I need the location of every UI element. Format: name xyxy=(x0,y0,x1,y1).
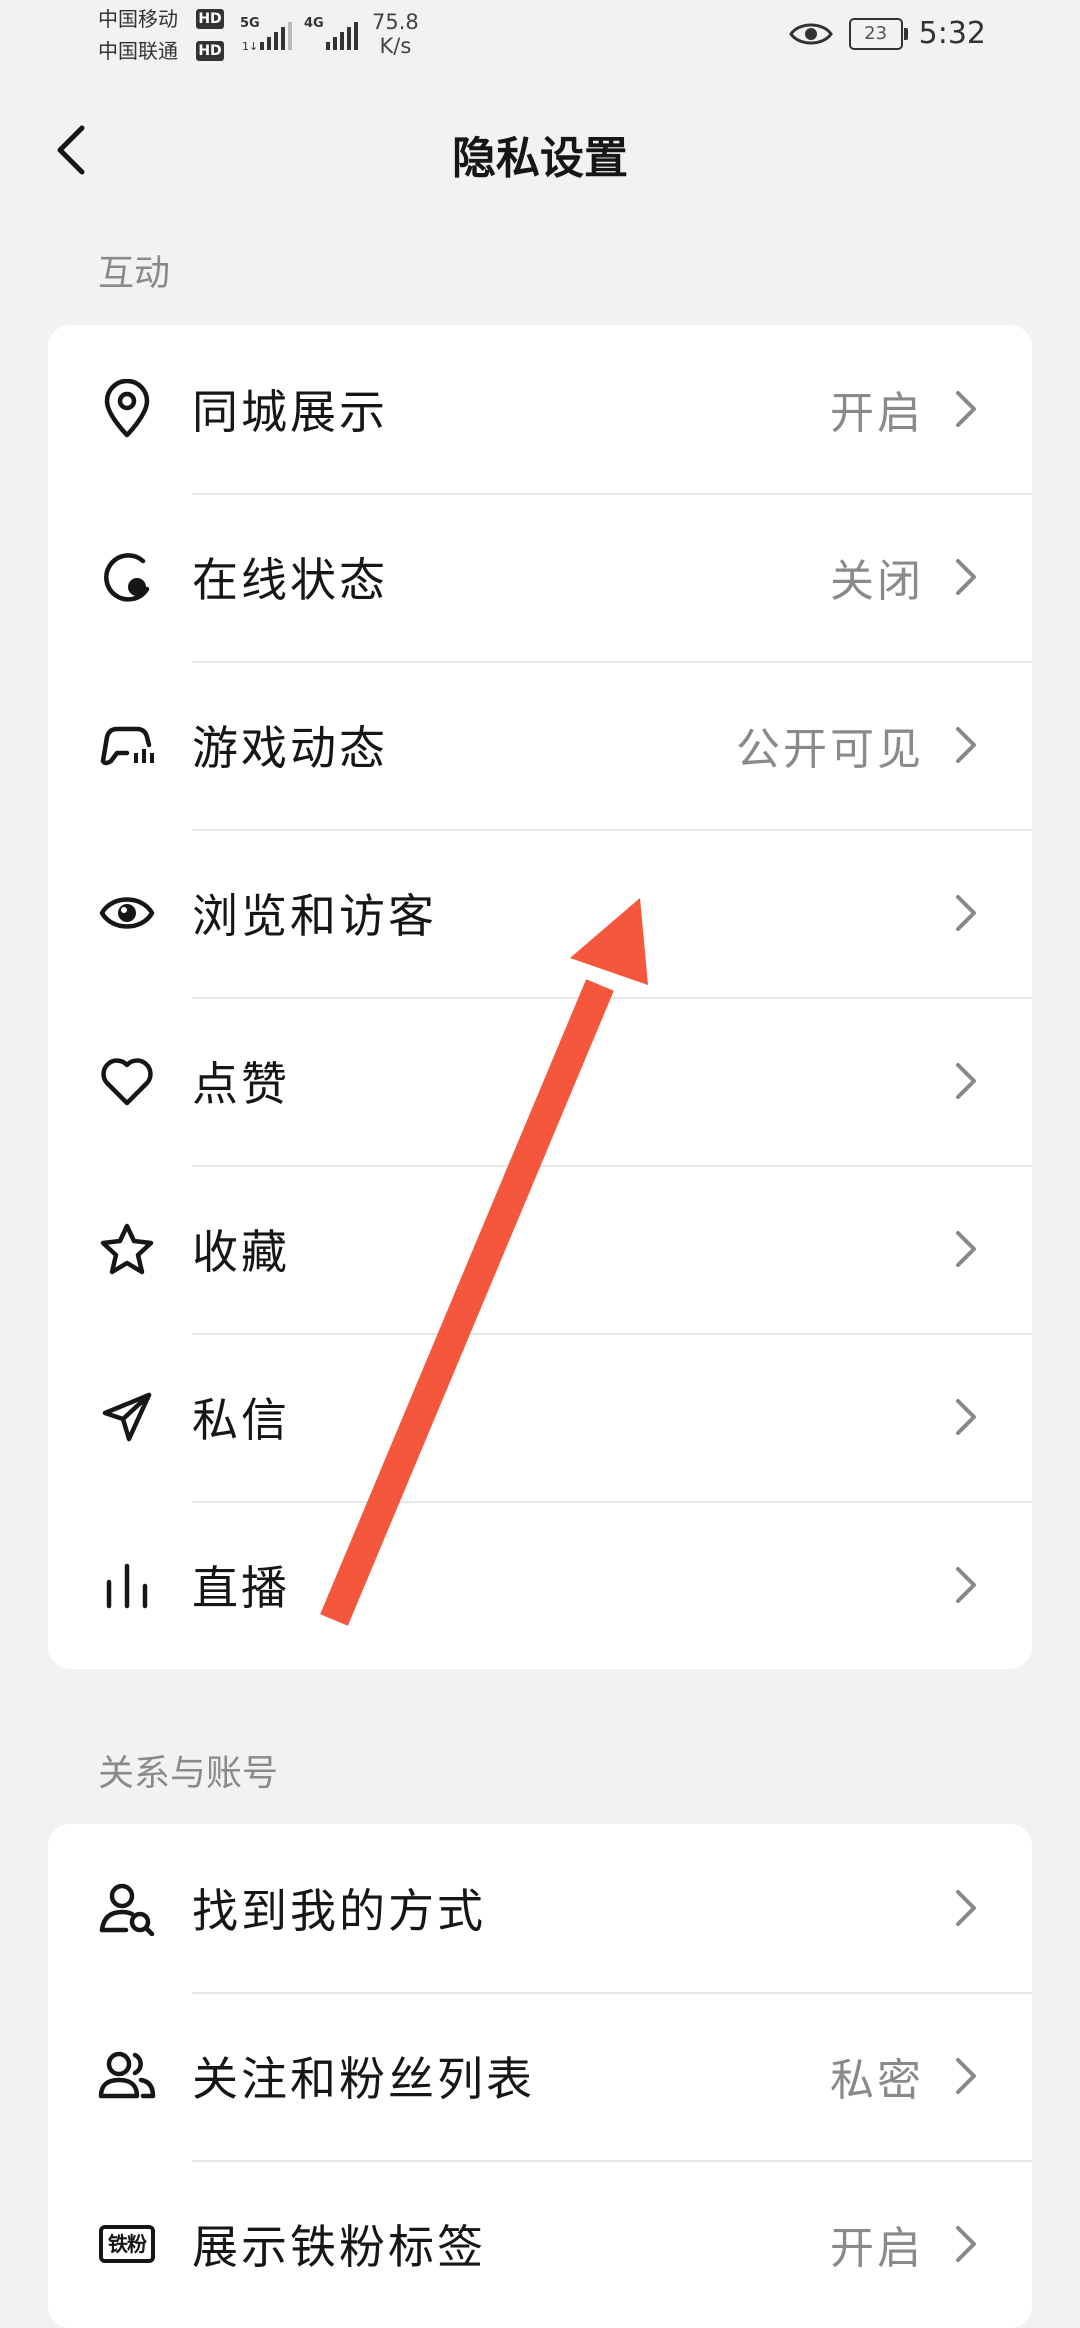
setting-row-nearby[interactable]: 同城展示 开启 xyxy=(48,325,1032,493)
setting-row-game-activity[interactable]: 游戏动态 公开可见 xyxy=(48,661,1032,829)
setting-label: 找到我的方式 xyxy=(192,1884,486,1938)
hd-badge-2: HD xyxy=(196,41,224,61)
section-title-relationship: 关系与账号 xyxy=(98,1753,279,1794)
setting-label: 同城展示 xyxy=(192,385,388,439)
carrier-2: 中国联通 xyxy=(98,39,178,63)
header: 隐私设置 xyxy=(0,100,1080,200)
users-icon xyxy=(96,2045,158,2107)
setting-label: 在线状态 xyxy=(192,553,388,607)
chevron-right-icon xyxy=(946,389,986,429)
signal-icon-1: 1↓ xyxy=(242,22,292,52)
interaction-settings-card: 同城展示 开启 在线状态 关闭 游戏动态 公开可见 浏览和访客 点赞 收藏 私信… xyxy=(48,325,1032,1669)
network-speed-unit: K/s xyxy=(379,34,412,58)
relationship-settings-card: 找到我的方式 关注和粉丝列表 私密 铁粉 展示铁粉标签 开启 xyxy=(48,1824,1032,2328)
network-speed: 75.8 K/s xyxy=(372,10,419,58)
live-bars-icon xyxy=(96,1554,158,1616)
fan-badge-text: 铁粉 xyxy=(99,2225,155,2263)
setting-row-messages[interactable]: 私信 xyxy=(48,1333,1032,1501)
chevron-right-icon xyxy=(946,1565,986,1605)
carrier-1: 中国移动 xyxy=(98,7,178,31)
setting-label: 直播 xyxy=(192,1561,290,1615)
setting-value: 公开可见 xyxy=(736,724,924,775)
online-status-icon xyxy=(96,546,158,608)
chevron-right-icon xyxy=(946,725,986,765)
setting-row-find-me[interactable]: 找到我的方式 xyxy=(48,1824,1032,1992)
setting-row-favorites[interactable]: 收藏 xyxy=(48,1165,1032,1333)
section-title-interaction: 互动 xyxy=(98,253,171,294)
setting-label: 关注和粉丝列表 xyxy=(192,2052,535,2106)
status-bar: 中国移动 中国联通 HD HD 5G 1↓ 4G 75.8 K/s 23 5:3… xyxy=(0,0,1080,80)
setting-label: 收藏 xyxy=(192,1225,290,1279)
setting-row-follow-list[interactable]: 关注和粉丝列表 私密 xyxy=(48,1992,1032,2160)
setting-value: 开启 xyxy=(830,2223,924,2274)
eye-icon xyxy=(96,882,158,944)
fan-badge-icon: 铁粉 xyxy=(96,2213,158,2275)
setting-label: 浏览和访客 xyxy=(192,889,437,943)
star-icon xyxy=(96,1218,158,1280)
setting-label: 点赞 xyxy=(192,1057,290,1111)
chevron-right-icon xyxy=(946,1397,986,1437)
chevron-right-icon xyxy=(946,2056,986,2096)
heart-icon xyxy=(96,1050,158,1112)
chevron-right-icon xyxy=(946,2224,986,2264)
setting-row-online-status[interactable]: 在线状态 关闭 xyxy=(48,493,1032,661)
setting-row-live[interactable]: 直播 xyxy=(48,1501,1032,1669)
svg-text:1↓: 1↓ xyxy=(242,40,258,52)
hd-badge-1: HD xyxy=(196,9,224,29)
chevron-right-icon xyxy=(946,557,986,597)
signal-icon-2 xyxy=(326,22,358,50)
setting-value: 关闭 xyxy=(830,556,924,607)
setting-label: 游戏动态 xyxy=(192,721,388,775)
chevron-right-icon xyxy=(946,1061,986,1101)
user-search-icon xyxy=(96,1877,158,1939)
page-title: 隐私设置 xyxy=(452,133,628,184)
send-icon xyxy=(96,1386,158,1448)
location-pin-icon xyxy=(96,378,158,440)
setting-row-likes[interactable]: 点赞 xyxy=(48,997,1032,1165)
game-controller-icon xyxy=(96,714,158,776)
network-speed-value: 75.8 xyxy=(372,10,419,34)
setting-value: 开启 xyxy=(830,388,924,439)
setting-row-fan-badge[interactable]: 铁粉 展示铁粉标签 开启 xyxy=(48,2160,1032,2328)
status-time: 5:32 xyxy=(918,16,986,51)
setting-row-browsing-visitors[interactable]: 浏览和访客 xyxy=(48,829,1032,997)
battery-indicator: 23 xyxy=(848,17,908,50)
setting-value: 私密 xyxy=(830,2055,924,2106)
eye-comfort-icon xyxy=(788,23,833,44)
chevron-right-icon xyxy=(946,893,986,933)
setting-label: 展示铁粉标签 xyxy=(192,2220,486,2274)
chevron-right-icon xyxy=(946,1888,986,1928)
chevron-right-icon xyxy=(946,1229,986,1269)
setting-label: 私信 xyxy=(192,1393,290,1447)
